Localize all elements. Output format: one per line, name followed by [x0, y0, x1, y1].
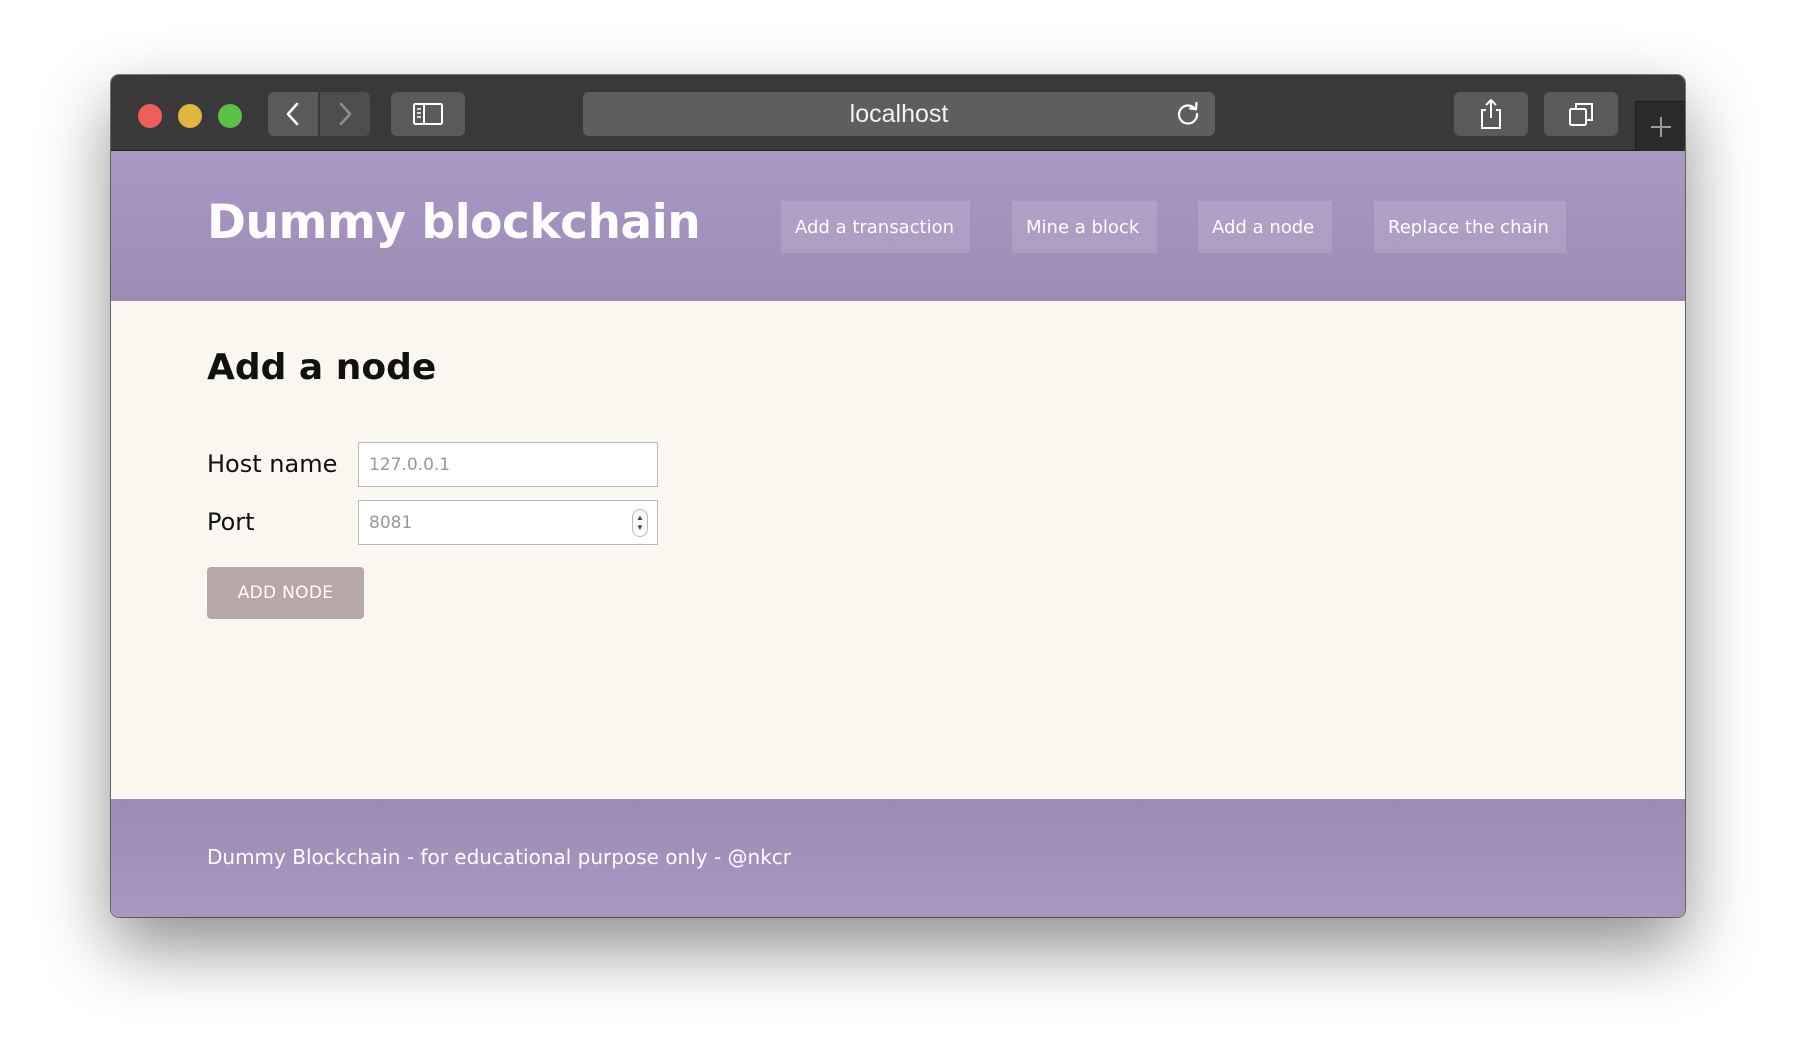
browser-toolbar: localhost [111, 75, 1685, 151]
browser-window: localhost Dummy blockchain Add a transac… [111, 75, 1685, 917]
new-tab-button[interactable] [1635, 101, 1685, 151]
share-icon [1481, 99, 1501, 129]
stepper-down-icon[interactable]: ▼ [636, 523, 644, 533]
page-title: Add a node [207, 347, 437, 388]
forward-button[interactable] [320, 92, 370, 136]
close-window-button[interactable] [138, 104, 162, 128]
chevron-right-icon [339, 102, 352, 126]
share-button[interactable] [1454, 92, 1528, 136]
zoom-window-button[interactable] [218, 104, 242, 128]
minimize-window-button[interactable] [178, 104, 202, 128]
url-text: localhost [849, 99, 949, 128]
port-label: Port [207, 508, 255, 536]
address-bar[interactable]: localhost [583, 92, 1215, 136]
port-input[interactable] [358, 500, 658, 545]
plus-icon [1650, 116, 1671, 137]
chevron-left-icon [286, 102, 299, 126]
add-node-button[interactable]: ADD NODE [207, 567, 364, 619]
back-button[interactable] [268, 92, 318, 136]
nav-mine-block[interactable]: Mine a block [1012, 201, 1157, 253]
host-name-input[interactable] [358, 442, 658, 487]
reload-icon[interactable] [1175, 101, 1201, 127]
tabs-icon [1569, 103, 1593, 126]
site-header: Dummy blockchain Add a transaction Mine … [111, 151, 1685, 301]
main-content: Add a node Host name Port ▲ ▼ ADD NODE [111, 301, 1685, 799]
host-name-label: Host name [207, 450, 338, 478]
site-title[interactable]: Dummy blockchain [207, 195, 701, 250]
nav-add-node[interactable]: Add a node [1198, 201, 1332, 253]
sidebar-icon [413, 103, 443, 125]
show-tabs-button[interactable] [1544, 92, 1618, 136]
footer-text: Dummy Blockchain - for educational purpo… [207, 845, 792, 869]
stepper-up-icon[interactable]: ▲ [636, 513, 644, 523]
port-stepper[interactable]: ▲ ▼ [632, 509, 648, 537]
sidebar-toggle-button[interactable] [391, 92, 465, 136]
site-footer: Dummy Blockchain - for educational purpo… [111, 799, 1685, 917]
port-field: ▲ ▼ [358, 500, 658, 545]
nav-add-transaction[interactable]: Add a transaction [781, 201, 970, 253]
nav-replace-chain[interactable]: Replace the chain [1374, 201, 1566, 253]
